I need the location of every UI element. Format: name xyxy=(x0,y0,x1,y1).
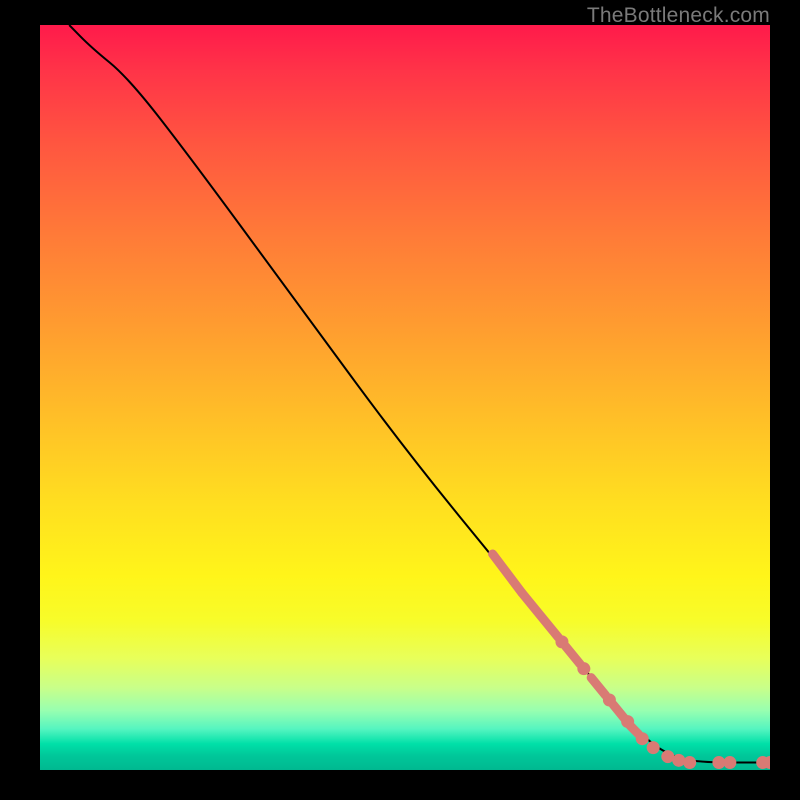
highlight-dot xyxy=(723,756,736,769)
main-curve xyxy=(69,25,770,763)
highlight-segment xyxy=(566,646,581,664)
highlight-dot xyxy=(603,693,616,706)
highlight-dot xyxy=(647,741,660,754)
curve-svg xyxy=(40,25,770,770)
highlight-dot xyxy=(636,732,649,745)
chart-frame: TheBottleneck.com xyxy=(0,0,800,800)
highlight-segment xyxy=(522,593,559,638)
highlight-dot xyxy=(555,635,568,648)
plot-area xyxy=(40,25,770,770)
watermark-text: TheBottleneck.com xyxy=(587,4,770,28)
highlight-segment xyxy=(591,678,606,696)
highlight-dot xyxy=(672,754,685,767)
highlight-dot xyxy=(683,756,696,769)
highlight-segment xyxy=(613,704,624,717)
highlight-dot xyxy=(577,662,590,675)
highlight-segment xyxy=(493,554,522,593)
highlight-dot xyxy=(621,715,634,728)
